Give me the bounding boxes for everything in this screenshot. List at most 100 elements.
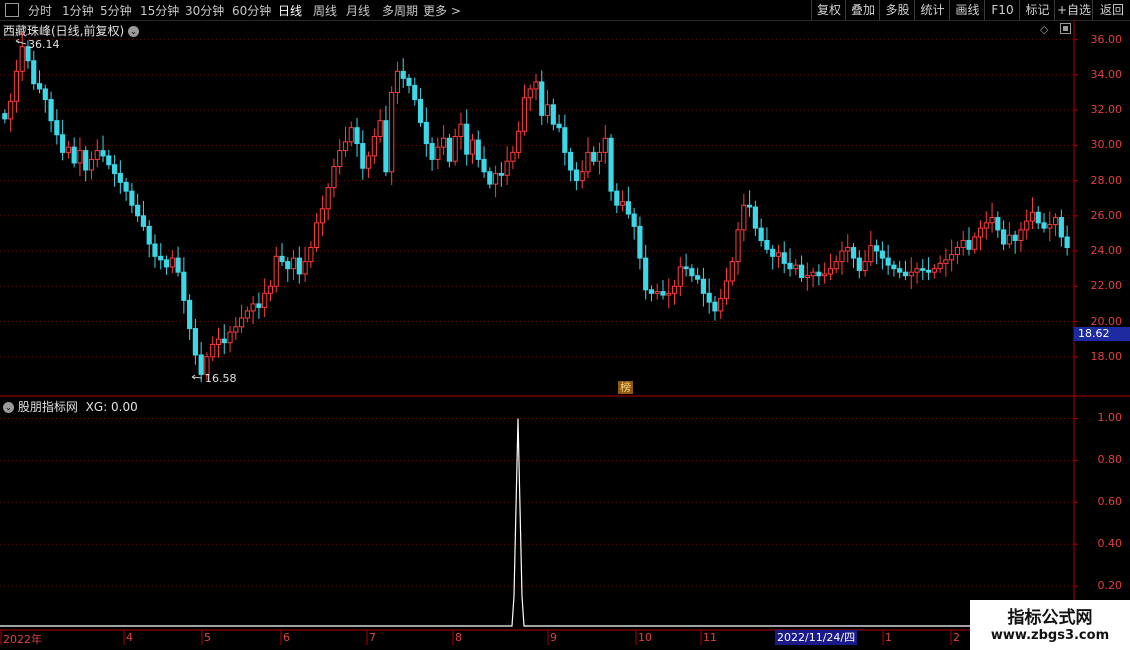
candle	[1012, 230, 1018, 254]
candle	[596, 142, 603, 175]
candle	[793, 258, 799, 275]
candle	[839, 241, 845, 275]
candle	[331, 158, 337, 198]
candle	[2, 109, 8, 124]
x-axis-label: 2	[953, 631, 960, 644]
candle-body	[354, 127, 360, 145]
candle-body	[643, 257, 649, 291]
candle-body	[400, 70, 406, 79]
candle-body	[262, 292, 268, 308]
candle	[308, 241, 314, 268]
candle	[94, 139, 100, 168]
candle	[850, 243, 857, 268]
candle	[117, 160, 123, 194]
candle	[591, 146, 597, 166]
candle-body	[469, 139, 476, 155]
candlesticks	[2, 31, 1070, 383]
x-axis-label: 9	[550, 631, 557, 644]
candle-body	[966, 239, 972, 250]
candle-body	[2, 113, 8, 120]
candle-body	[360, 143, 366, 169]
candle-body	[169, 257, 175, 268]
candle	[729, 257, 735, 286]
candle-body	[140, 215, 147, 227]
candle	[700, 267, 707, 307]
candle-body	[371, 136, 377, 157]
candle	[827, 253, 834, 281]
indicator-y-label: 0.40	[1097, 537, 1123, 551]
candle-body	[210, 343, 216, 358]
candle-body	[88, 158, 95, 171]
y-axis-label: 28.00	[1090, 173, 1123, 187]
ranking-badge[interactable]: 榜	[618, 381, 633, 394]
candle-body	[608, 137, 614, 192]
candle	[510, 146, 516, 170]
candle	[163, 255, 170, 275]
candle-body	[273, 255, 279, 287]
candle	[764, 227, 770, 254]
candle	[1052, 213, 1059, 237]
candle	[83, 146, 89, 182]
candle-body	[1035, 211, 1041, 224]
candle	[977, 220, 984, 251]
low-price-label: 16.58	[205, 372, 237, 385]
candle-body	[296, 257, 302, 275]
watermark-logo: 指标公式网 www.zbgs3.com	[970, 600, 1130, 650]
candle-body	[365, 155, 372, 169]
candle	[521, 84, 528, 136]
candle-body	[706, 292, 712, 303]
candle-body	[775, 252, 782, 257]
candle	[60, 119, 66, 161]
candle-body	[337, 150, 343, 167]
candle-body	[117, 173, 123, 183]
y-axis-label: 26.00	[1090, 208, 1123, 222]
candle-body	[383, 120, 389, 173]
candle	[868, 230, 874, 267]
candle-body	[568, 151, 574, 171]
indicator-y-label: 0.80	[1097, 453, 1123, 467]
candle-body	[192, 328, 198, 356]
candle-body	[544, 104, 551, 116]
candle-body	[1006, 234, 1012, 245]
candle	[972, 232, 978, 254]
candle-body	[308, 247, 314, 263]
candle-body	[752, 206, 758, 229]
y-axis-label: 36.00	[1090, 32, 1123, 46]
candle-body	[747, 204, 753, 208]
candle	[498, 162, 504, 187]
candle-body	[158, 255, 164, 261]
candle	[129, 183, 135, 214]
candle-body	[314, 222, 320, 249]
candle-body	[1041, 222, 1047, 229]
candle-body	[983, 222, 989, 229]
candle	[862, 250, 868, 277]
kline-chart[interactable]	[0, 0, 1130, 650]
candle-body	[949, 254, 955, 261]
candle	[88, 151, 95, 180]
candle-body	[729, 261, 735, 282]
candle	[187, 294, 193, 341]
candle	[625, 186, 631, 219]
candle-body	[533, 81, 539, 90]
candle	[314, 213, 320, 252]
candle-body	[527, 88, 533, 99]
candle-body	[925, 269, 932, 273]
candle	[568, 147, 574, 182]
candle-body	[631, 213, 637, 227]
candle-body	[290, 257, 297, 270]
candle-body	[804, 275, 810, 278]
candle-body	[417, 99, 424, 123]
candle	[487, 167, 493, 189]
candle	[845, 234, 851, 263]
candle	[267, 280, 274, 302]
candle	[637, 216, 643, 270]
candle	[111, 155, 118, 187]
candle	[562, 114, 568, 166]
candle-body	[94, 150, 100, 160]
candle	[42, 84, 48, 113]
candle-body	[700, 278, 707, 294]
candle	[8, 93, 14, 133]
candle-body	[423, 121, 429, 145]
candle	[579, 160, 585, 189]
candle-body	[60, 134, 66, 153]
